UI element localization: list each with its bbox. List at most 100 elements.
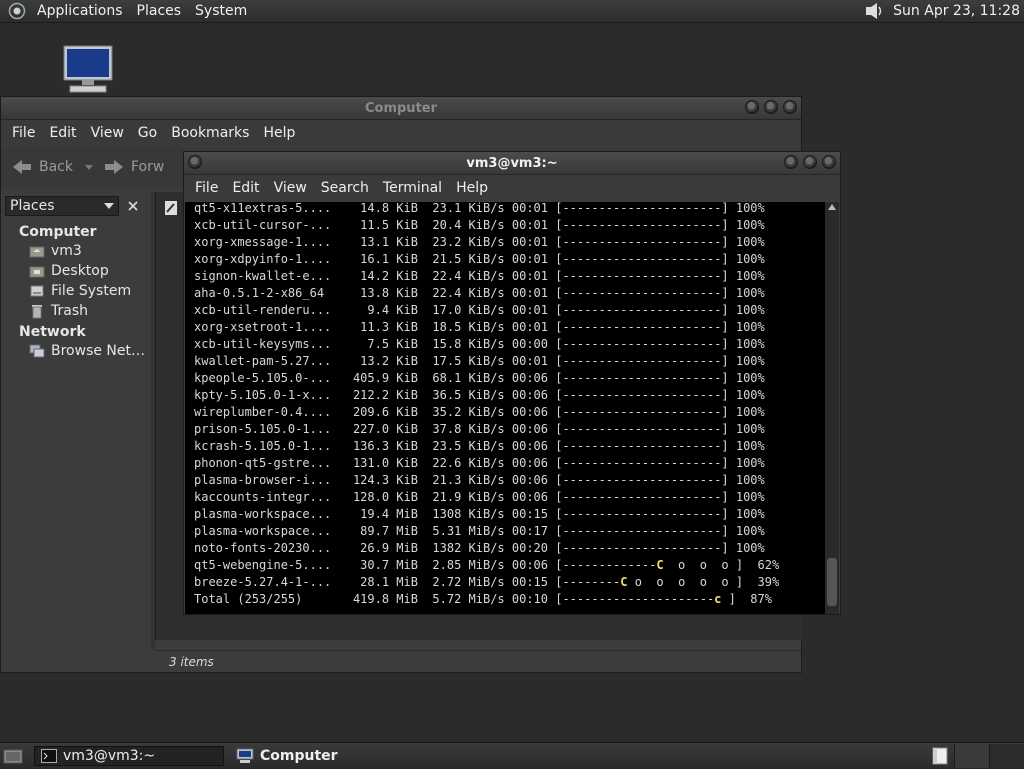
notes-icon[interactable] [930,746,950,766]
maximize-button[interactable] [764,100,778,114]
menu-search[interactable]: Search [314,180,376,196]
menu-view[interactable]: View [267,180,314,196]
progress-suffix: o o o o o ] 39% [627,575,780,589]
menu-go[interactable]: Go [131,125,164,141]
sidebar-item-browse-network[interactable]: Browse Net… [5,341,151,361]
panel-tray: Sun Apr 23, 11:28 [863,1,1024,21]
taskbar-item-computer[interactable]: Computer [230,746,344,766]
sidebar-item-trash[interactable]: Trash [5,301,151,321]
terminal-line: aha-0.5.1-2-x86_64 13.8 KiB 22.4 KiB/s 0… [194,286,765,300]
sidebar-item-label: Trash [51,303,88,319]
places-menu[interactable]: Places [130,3,189,19]
file-manager-menubar: File Edit View Go Bookmarks Help [1,120,801,146]
progress-prefix: Total (253/255) 419.8 MiB 5.72 MiB/s 00:… [194,592,715,606]
terminal-titlebar[interactable]: vm3@vm3:~ [184,152,840,175]
places-sidebar: Computer vm3 Desktop File System Trash N… [5,221,151,641]
menu-help[interactable]: Help [449,180,495,196]
drive-icon [30,285,44,297]
task-label: Computer [260,748,338,764]
menu-file[interactable]: File [5,125,42,141]
menu-edit[interactable]: Edit [225,180,266,196]
progress-prefix: breeze-5.27.4-1-... 28.1 MiB 2.72 MiB/s … [194,575,621,589]
sidebar-item-file-system[interactable]: File System [5,281,151,301]
minimize-button[interactable] [784,155,798,169]
workspace-2[interactable] [989,744,1024,768]
sidebar-item-label: File System [51,283,132,299]
terminal-line: qt5-x11extras-5.... 14.8 KiB 23.1 KiB/s … [194,201,765,215]
terminal-line: wireplumber-0.4.... 209.6 KiB 35.2 KiB/s… [194,405,765,419]
scrollbar-thumb[interactable] [827,558,837,606]
task-label: vm3@vm3:~ [63,748,156,764]
terminal-line: xcb-util-renderu... 9.4 KiB 17.0 KiB/s 0… [194,303,765,317]
forward-button[interactable]: Forw [93,156,164,178]
forward-arrow-icon [105,160,123,174]
scroll-up-arrow-icon[interactable] [828,204,836,210]
close-button[interactable] [783,100,797,114]
back-button[interactable]: Back [1,156,93,178]
menu-file[interactable]: File [188,180,225,196]
menu-edit[interactable]: Edit [42,125,83,141]
maximize-button[interactable] [803,155,817,169]
terminal-line: kcrash-5.105.0-1... 136.3 KiB 23.5 KiB/s… [194,439,765,453]
minimize-button[interactable] [745,100,759,114]
workspace-1[interactable] [954,744,989,768]
desktop-folder-icon [29,266,45,278]
terminal-line: prison-5.105.0-1... 227.0 KiB 37.8 KiB/s… [194,422,765,436]
terminal-line: plasma-workspace... 19.4 MiB 1308 KiB/s … [194,507,765,521]
terminal-line: signon-kwallet-e... 14.2 KiB 22.4 KiB/s … [194,269,765,283]
terminal-scrollbar[interactable] [825,202,839,614]
sidebar-close-button[interactable] [123,197,143,215]
trash-icon [32,305,42,319]
workspace-switcher [954,744,1024,768]
file-manager-titlebar[interactable]: Computer [1,97,801,120]
menu-terminal[interactable]: Terminal [376,180,449,196]
terminal-line: plasma-browser-i... 124.3 KiB 21.3 KiB/s… [194,473,765,487]
terminal-line: kpty-5.105.0-1-x... 212.2 KiB 36.5 KiB/s… [194,388,765,402]
close-icon [128,201,138,211]
chevron-down-icon[interactable] [85,163,93,171]
terminal-progress-line: breeze-5.27.4-1-... 28.1 MiB 2.72 MiB/s … [194,574,779,591]
terminal-line: kwallet-pam-5.27... 13.2 KiB 17.5 KiB/s … [194,354,765,368]
speaker-icon[interactable] [863,1,885,21]
system-menu[interactable]: System [188,3,254,19]
clock[interactable]: Sun Apr 23, 11:28 [893,3,1020,19]
terminal-line: noto-fonts-20230... 26.9 MiB 1382 KiB/s … [194,541,765,555]
terminal-line: plasma-workspace... 89.7 MiB 5.31 MiB/s … [194,524,765,538]
sidebar-item-vm3[interactable]: vm3 [5,241,151,261]
window-menu-button[interactable] [188,155,202,169]
close-button[interactable] [822,155,836,169]
menu-view[interactable]: View [84,125,131,141]
menu-bookmarks[interactable]: Bookmarks [164,125,256,141]
edit-icon [165,201,177,215]
terminal-menubar: File Edit View Search Terminal Help [184,175,840,201]
terminal-window: vm3@vm3:~ File Edit View Search Terminal… [183,151,841,615]
terminal-line: kpeople-5.105.0-... 405.9 KiB 68.1 KiB/s… [194,371,765,385]
home-folder-icon [29,246,45,258]
sidebar-section-network: Network [19,324,86,340]
terminal-line: kaccounts-integr... 128.0 KiB 21.9 KiB/s… [194,490,765,504]
places-selector[interactable]: Places [5,196,119,216]
terminal-line: xorg-xsetroot-1.... 11.3 KiB 18.5 KiB/s … [194,320,765,334]
menu-help[interactable]: Help [256,125,302,141]
window-title: Computer [364,100,438,116]
terminal-line: xorg-xdpyinfo-1.... 16.1 KiB 21.5 KiB/s … [194,252,765,266]
desktop-computer-icon[interactable] [62,44,114,96]
terminal-line: xcb-util-cursor-... 11.5 KiB 20.4 KiB/s … [194,218,765,232]
forward-label: Forw [131,159,165,175]
back-arrow-icon [13,160,31,174]
show-desktop-icon[interactable] [2,745,24,767]
applications-menu[interactable]: Applications [30,3,130,19]
sidebar-item-label: vm3 [51,243,82,259]
terminal-line: xorg-xmessage-1.... 13.1 KiB 23.2 KiB/s … [194,235,765,249]
status-text: 3 items [169,654,214,669]
window-title: vm3@vm3:~ [466,155,558,171]
gnome-foot-icon[interactable] [8,2,26,20]
terminal-progress-line: Total (253/255) 419.8 MiB 5.72 MiB/s 00:… [194,591,779,608]
sidebar-item-desktop[interactable]: Desktop [5,261,151,281]
terminal-progress-line: qt5-webengine-5.... 30.7 MiB 2.85 MiB/s … [194,557,779,574]
bottom-panel: vm3@vm3:~ Computer [0,742,1024,769]
taskbar-item-terminal[interactable]: vm3@vm3:~ [34,746,224,766]
terminal-output[interactable]: qt5-x11extras-5.... 14.8 KiB 23.1 KiB/s … [185,201,825,614]
terminal-line: xcb-util-keysyms... 7.5 KiB 15.8 KiB/s 0… [194,337,765,351]
sidebar-item-label: Browse Net… [51,343,146,359]
